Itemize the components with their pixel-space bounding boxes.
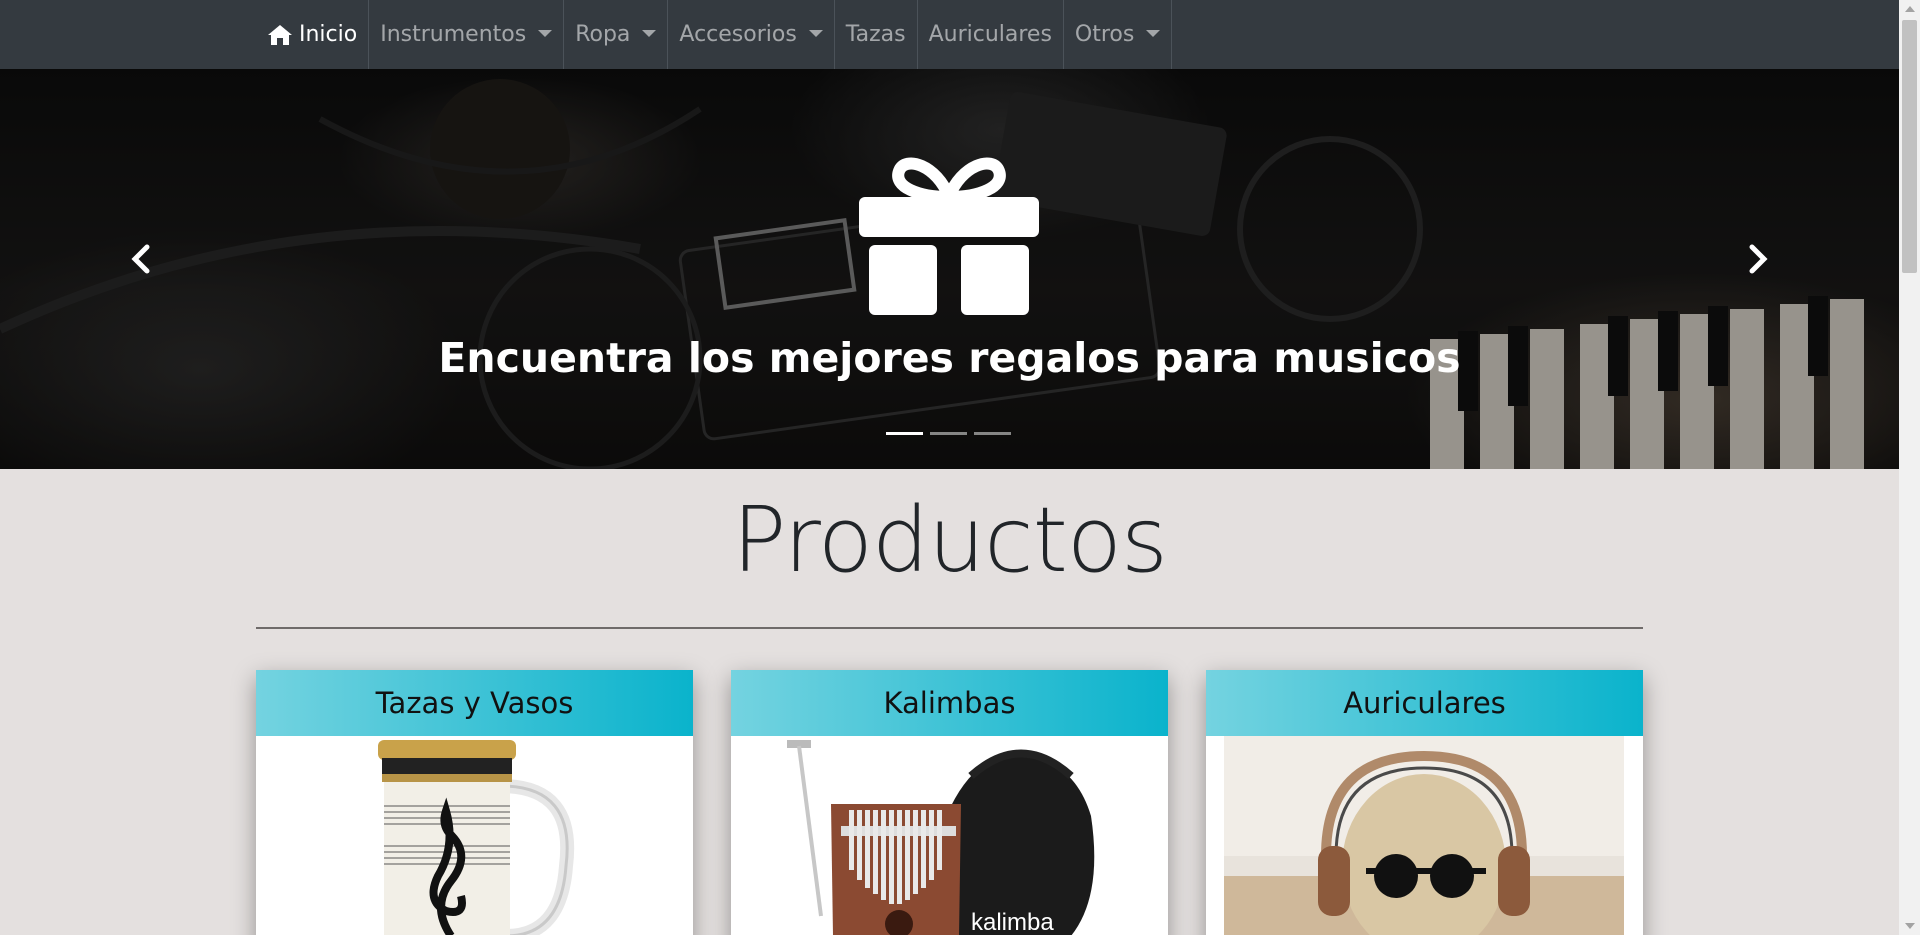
caret-down-icon — [538, 30, 553, 37]
carousel-indicator-1[interactable] — [886, 432, 923, 435]
nav-list: Inicio Instrumentos Ropa Accesorios Taza… — [256, 0, 1173, 69]
carousel-next-icon[interactable] — [1736, 239, 1776, 279]
caret-down-icon — [642, 30, 657, 37]
carousel-indicator-2[interactable] — [930, 432, 967, 435]
nav-item-label: Ropa — [575, 22, 631, 47]
page-scrollbar[interactable] — [1899, 0, 1920, 935]
nav-item-inicio[interactable]: Inicio — [256, 0, 370, 69]
nav-item-label: Otros — [1074, 22, 1135, 47]
home-icon — [268, 24, 292, 45]
scroll-up-icon[interactable] — [1905, 6, 1915, 12]
nav-item-label: Inicio — [299, 22, 358, 47]
nav-item-instrumentos[interactable]: Instrumentos — [369, 0, 565, 69]
nav-item-label: Accesorios — [679, 22, 797, 47]
nav-item-otros[interactable]: Otros — [1064, 0, 1173, 69]
nav-item-accesorios[interactable]: Accesorios — [668, 0, 835, 69]
caret-down-icon — [1146, 30, 1161, 37]
nav-item-ropa[interactable]: Ropa — [564, 0, 669, 69]
nav-item-label: Auriculares — [928, 22, 1052, 47]
nav-item-auriculares[interactable]: Auriculares — [918, 0, 1064, 69]
product-image-kalimba: kalimba — [731, 736, 1168, 935]
product-card-auriculares[interactable]: Auriculares — [1206, 670, 1643, 935]
scroll-down-icon[interactable] — [1905, 923, 1915, 929]
hero-carousel: Encuentra los mejores regalos para music… — [0, 69, 1899, 469]
card-header: Kalimbas — [731, 670, 1168, 736]
nav-item-label: Instrumentos — [380, 22, 527, 47]
carousel-indicator-3[interactable] — [974, 432, 1011, 435]
top-navbar: Inicio Instrumentos Ropa Accesorios Taza… — [0, 0, 1899, 69]
products-heading: Productos — [732, 488, 1168, 593]
card-header: Auriculares — [1206, 670, 1643, 736]
product-image-skull-headphones — [1206, 736, 1643, 935]
product-card-tazas[interactable]: Tazas y Vasos — [256, 670, 693, 935]
carousel-caption: Encuentra los mejores regalos para music… — [438, 334, 1461, 382]
caret-down-icon — [808, 30, 823, 37]
card-header: Tazas y Vasos — [256, 670, 693, 736]
gift-icon — [859, 157, 1039, 315]
section-divider — [256, 627, 1643, 629]
carousel-indicators — [886, 432, 1011, 435]
carousel-prev-icon[interactable] — [123, 239, 163, 279]
nav-item-label: Tazas — [845, 22, 906, 47]
scroll-thumb[interactable] — [1902, 20, 1917, 273]
kalimba-brand-text: kalimba — [971, 909, 1054, 935]
product-card-kalimbas[interactable]: Kalimbas kalimba — [731, 670, 1168, 935]
product-image-mug — [256, 736, 693, 935]
nav-item-tazas[interactable]: Tazas — [835, 0, 918, 69]
